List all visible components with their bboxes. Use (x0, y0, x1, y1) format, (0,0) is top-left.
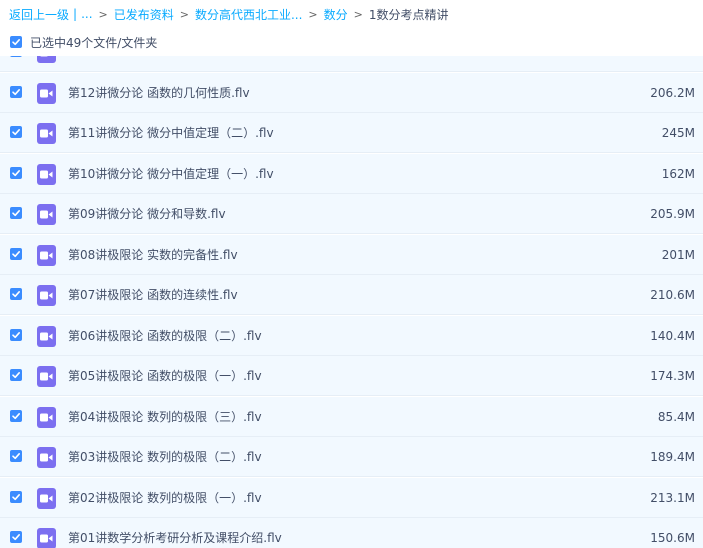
file-row[interactable] (0, 56, 703, 72)
file-size: 162M (661, 166, 695, 181)
file-name[interactable]: 第12讲微分论 函数的几何性质.flv (68, 73, 250, 113)
select-all-checkbox[interactable] (10, 36, 22, 48)
video-file-icon (37, 447, 56, 468)
breadcrumb: 返回上一级 | ... > 已发布资料 > 数分高代西北工业... > 数分 >… (9, 0, 699, 28)
video-file-icon (37, 82, 56, 104)
file-name[interactable]: 第09讲微分论 微分和导数.flv (68, 194, 226, 234)
file-size: 213.1M (650, 490, 695, 505)
file-row[interactable]: 第08讲极限论 实数的完备性.flv 201M (0, 234, 703, 275)
back-separator: | (73, 7, 78, 21)
row-checkbox[interactable] (10, 247, 22, 260)
file-size: 245M (661, 126, 695, 140)
file-row[interactable]: 第01讲数学分析考研分析及课程介绍.flv 150.6M (0, 518, 703, 548)
check-icon (12, 372, 20, 379)
breadcrumb-separator: > (353, 7, 363, 21)
file-row[interactable]: 第04讲极限论 数列的极限（三）.flv 85.4M (0, 396, 703, 437)
file-name[interactable]: 第08讲极限论 实数的完备性.flv (68, 235, 238, 275)
video-file-icon (37, 285, 56, 306)
breadcrumb-item-published[interactable]: 已发布资料 (114, 6, 174, 23)
file-row[interactable]: 第12讲微分论 函数的几何性质.flv 206.2M (0, 72, 703, 113)
file-name[interactable]: 第07讲极限论 函数的连续性.flv (68, 275, 238, 315)
file-name[interactable]: 第03讲极限论 数列的极限（二）.flv (68, 437, 262, 477)
file-name[interactable]: 第10讲微分论 微分中值定理（一）.flv (68, 154, 274, 194)
selection-bar: 已选中49个文件/文件夹 (0, 28, 703, 56)
file-row[interactable]: 第05讲极限论 函数的极限（一）.flv 174.3M (0, 356, 703, 396)
video-file-icon (37, 56, 56, 63)
video-file-icon (37, 366, 56, 387)
file-size: 85.4M (657, 409, 695, 424)
row-checkbox[interactable] (10, 56, 22, 57)
file-row[interactable]: 第03讲极限论 数列的极限（二）.flv 189.4M (0, 437, 703, 477)
file-size: 210.6M (650, 288, 695, 302)
row-checkbox[interactable] (10, 490, 22, 503)
file-size: 206.2M (650, 85, 695, 100)
breadcrumb-ellipsis[interactable]: ... (81, 7, 92, 21)
video-file-icon (37, 325, 56, 347)
row-checkbox[interactable] (10, 288, 22, 300)
file-row[interactable]: 第02讲极限论 数列的极限（一）.flv 213.1M (0, 477, 703, 518)
check-icon (12, 39, 20, 46)
row-checkbox[interactable] (10, 85, 22, 98)
file-row[interactable]: 第07讲极限论 函数的连续性.flv 210.6M (0, 275, 703, 315)
file-name[interactable]: 第11讲微分论 微分中值定理（二）.flv (68, 113, 274, 153)
file-name[interactable]: 第05讲极限论 函数的极限（一）.flv (68, 356, 262, 396)
file-row[interactable]: 第09讲微分论 微分和导数.flv 205.9M (0, 194, 703, 234)
row-checkbox[interactable] (10, 207, 22, 219)
back-link[interactable]: 返回上一级 (9, 6, 69, 23)
file-size: 201M (661, 247, 695, 262)
check-icon (12, 493, 20, 500)
breadcrumb-current: 1数分考点精讲 (368, 7, 449, 22)
file-size: 150.6M (650, 531, 695, 545)
file-size: 174.3M (650, 369, 695, 383)
row-checkbox[interactable] (10, 328, 22, 341)
check-icon (12, 210, 20, 217)
check-icon (12, 331, 20, 338)
file-row[interactable]: 第11讲微分论 微分中值定理（二）.flv 245M (0, 113, 703, 153)
file-name[interactable]: 第01讲数学分析考研分析及课程介绍.flv (68, 518, 282, 548)
file-size: 205.9M (650, 207, 695, 221)
breadcrumb-separator: > (179, 7, 189, 21)
video-file-icon (37, 406, 56, 428)
check-icon (12, 412, 20, 419)
check-icon (12, 129, 20, 136)
file-row[interactable]: 第10讲微分论 微分中值定理（一）.flv 162M (0, 153, 703, 194)
file-name[interactable]: 第06讲极限论 函数的极限（二）.flv (68, 316, 262, 356)
check-icon (12, 453, 20, 460)
video-file-icon (37, 163, 56, 185)
row-checkbox[interactable] (10, 409, 22, 422)
breadcrumb-separator: > (308, 7, 318, 21)
file-name[interactable]: 第04讲极限论 数列的极限（三）.flv (68, 397, 262, 437)
file-row[interactable]: 第06讲极限论 函数的极限（二）.flv 140.4M (0, 315, 703, 356)
video-file-icon (37, 244, 56, 266)
row-checkbox[interactable] (10, 369, 22, 381)
breadcrumb-separator: > (98, 7, 108, 21)
check-icon (12, 291, 20, 298)
video-file-icon (37, 528, 56, 548)
row-checkbox[interactable] (10, 531, 22, 543)
file-name[interactable]: 第02讲极限论 数列的极限（一）.flv (68, 478, 262, 518)
check-icon (12, 250, 20, 257)
selection-count-label: 已选中49个文件/文件夹 (30, 35, 158, 50)
row-checkbox[interactable] (10, 450, 22, 462)
video-file-icon (37, 487, 56, 509)
row-checkbox[interactable] (10, 126, 22, 138)
file-size: 189.4M (650, 450, 695, 464)
row-checkbox[interactable] (10, 166, 22, 179)
breadcrumb-item-folder[interactable]: 数分高代西北工业... (195, 6, 302, 23)
check-icon (12, 534, 20, 541)
breadcrumb-item-subfolder[interactable]: 数分 (324, 6, 348, 23)
check-icon (12, 88, 20, 95)
video-file-icon (37, 204, 56, 225)
check-icon (12, 169, 20, 176)
video-file-icon (37, 123, 56, 144)
file-list: 第12讲微分论 函数的几何性质.flv 206.2M 第11讲微分论 微分中值定理（… (0, 56, 703, 548)
file-size: 140.4M (650, 328, 695, 343)
